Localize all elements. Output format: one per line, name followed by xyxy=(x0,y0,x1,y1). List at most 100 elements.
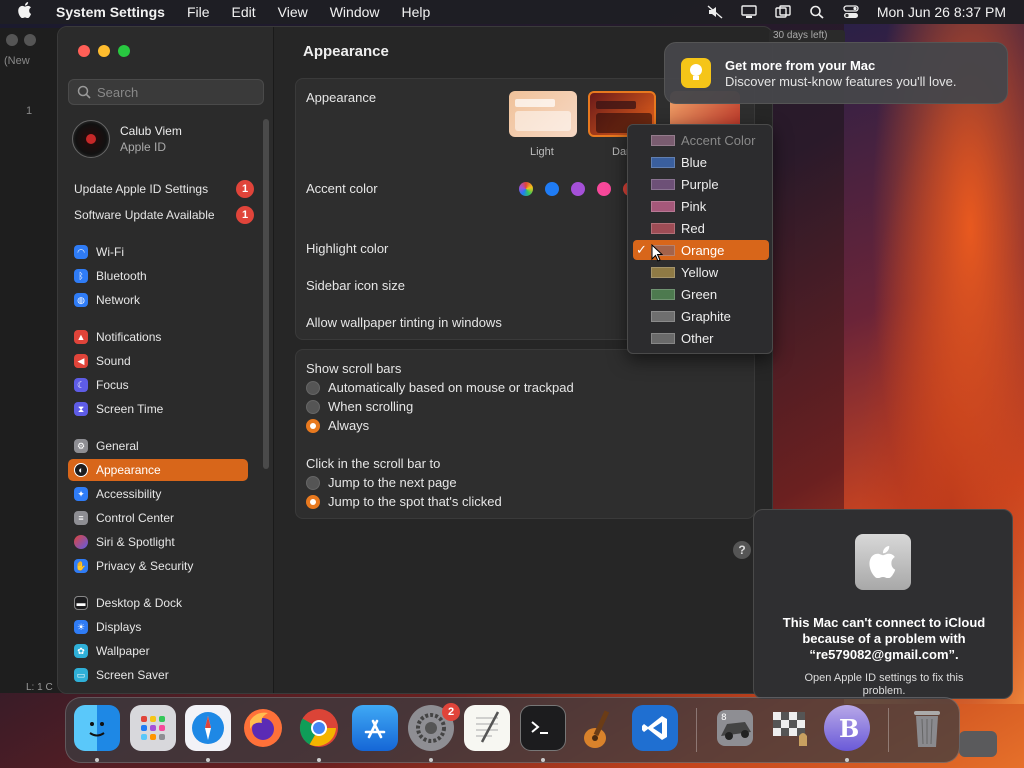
mute-icon[interactable] xyxy=(707,5,723,19)
sidebar-item-label: Privacy & Security xyxy=(96,559,194,573)
menu-item-purple[interactable]: Purple xyxy=(633,174,769,194)
icloud-dialog-button[interactable] xyxy=(959,731,997,757)
scroll-option-automatic[interactable]: Automatically based on mouse or trackpad xyxy=(306,380,574,395)
minimize-button[interactable] xyxy=(98,45,110,57)
sidebar-item-network[interactable]: ◍ Network xyxy=(68,289,248,311)
radio-button[interactable] xyxy=(306,399,320,414)
display-icon[interactable] xyxy=(741,5,757,19)
menu-item-red[interactable]: Red xyxy=(633,218,769,238)
safari-icon[interactable] xyxy=(185,705,231,751)
search-input[interactable]: Search xyxy=(68,79,264,105)
radio-button[interactable] xyxy=(306,494,320,509)
racing-game-icon[interactable]: 8 xyxy=(712,705,758,751)
wifi-icon: ◠ xyxy=(74,245,88,259)
menu-item-blue[interactable]: Blue xyxy=(633,152,769,172)
sidebar-item-screen-time[interactable]: ⧗ Screen Time xyxy=(68,398,248,420)
accent-blue-swatch[interactable] xyxy=(545,182,559,196)
radio-button[interactable] xyxy=(306,475,320,490)
update-apple-id-notice[interactable]: Update Apple ID Settings 1 xyxy=(74,180,254,198)
launchpad-icon[interactable] xyxy=(130,705,176,751)
screen-mirroring-icon[interactable] xyxy=(775,5,791,19)
chrome-icon[interactable] xyxy=(296,705,342,751)
radio-button[interactable] xyxy=(306,380,320,395)
terminal-icon[interactable] xyxy=(520,705,566,751)
control-center-icon[interactable] xyxy=(843,5,859,19)
scroll-option-always[interactable]: Always xyxy=(306,418,369,433)
sidebar-item-notifications[interactable]: ▲ Notifications xyxy=(68,326,248,348)
sidebar-item-sound[interactable]: ◀ Sound xyxy=(68,350,248,372)
close-button[interactable] xyxy=(78,45,90,57)
accent-color-label: Accent color xyxy=(306,181,378,196)
running-indicator xyxy=(541,758,545,762)
garageband-icon[interactable] xyxy=(576,705,622,751)
sidebar-item-accessibility[interactable]: ✦ Accessibility xyxy=(68,483,248,505)
sidebar-item-label: Bluetooth xyxy=(96,269,147,283)
apple-menu-icon[interactable] xyxy=(18,1,38,23)
trash-icon[interactable] xyxy=(904,705,950,751)
menu-window[interactable]: Window xyxy=(330,4,380,20)
chess-icon[interactable] xyxy=(768,705,814,751)
click-option-next-page[interactable]: Jump to the next page xyxy=(306,475,457,490)
bbedit-icon[interactable]: B xyxy=(824,705,870,751)
menu-app-name[interactable]: System Settings xyxy=(56,4,165,20)
textedit-icon[interactable] xyxy=(464,705,510,751)
speaker-icon: ◀ xyxy=(74,354,88,368)
accent-pink-swatch[interactable] xyxy=(597,182,611,196)
software-update-notice[interactable]: Software Update Available 1 xyxy=(74,206,254,224)
sidebar-item-bluetooth[interactable]: ᛒ Bluetooth xyxy=(68,265,248,287)
menu-item-green[interactable]: Green xyxy=(633,284,769,304)
menu-item-graphite[interactable]: Graphite xyxy=(633,306,769,326)
menu-edit[interactable]: Edit xyxy=(232,4,256,20)
running-indicator xyxy=(429,758,433,762)
sidebar-item-label: Appearance xyxy=(96,463,161,477)
sidebar-item-desktop-dock[interactable]: ▬ Desktop & Dock xyxy=(68,592,248,614)
menu-item-yellow[interactable]: Yellow xyxy=(633,262,769,282)
vscode-icon[interactable] xyxy=(632,705,678,751)
switches-icon: ≡ xyxy=(74,511,88,525)
wallpaper-tinting-label: Allow wallpaper tinting in windows xyxy=(306,315,502,330)
accent-purple-swatch[interactable] xyxy=(571,182,585,196)
running-indicator xyxy=(95,758,99,762)
appearance-light-option[interactable] xyxy=(509,91,577,137)
apple-id-profile[interactable]: Calub Viem Apple ID xyxy=(72,120,182,158)
sidebar-item-wifi[interactable]: ◠ Wi-Fi xyxy=(68,241,248,263)
radio-button[interactable] xyxy=(306,418,320,433)
menu-help[interactable]: Help xyxy=(402,4,431,20)
sidebar-item-displays[interactable]: ☀ Displays xyxy=(68,616,248,638)
radio-label: Automatically based on mouse or trackpad xyxy=(328,380,574,395)
spotlight-search-icon[interactable] xyxy=(809,5,825,19)
menu-item-pink[interactable]: Pink xyxy=(633,196,769,216)
dock-icon: ▬ xyxy=(74,596,88,610)
accent-multicolor-swatch[interactable] xyxy=(519,182,533,196)
sidebar-item-label: Desktop & Dock xyxy=(96,596,183,610)
sun-icon: ☀ xyxy=(74,620,88,634)
sidebar-item-privacy-security[interactable]: ✋ Privacy & Security xyxy=(68,555,248,577)
sidebar-item-general[interactable]: ⚙ General xyxy=(68,435,248,457)
editor-close-button[interactable] xyxy=(6,34,18,46)
zoom-button[interactable] xyxy=(118,45,130,57)
sidebar-item-focus[interactable]: ☾ Focus xyxy=(68,374,248,396)
click-option-spot-clicked[interactable]: Jump to the spot that's clicked xyxy=(306,494,502,509)
menu-file[interactable]: File xyxy=(187,4,210,20)
menu-item-label: Orange xyxy=(681,242,725,258)
sidebar-item-control-center[interactable]: ≡ Control Center xyxy=(68,507,248,529)
sidebar-item-wallpaper[interactable]: ✿ Wallpaper xyxy=(68,640,248,662)
tips-notification[interactable]: Get more from your Mac Discover must-kno… xyxy=(664,42,1008,104)
icloud-alert-dialog: This Mac can't connect to iCloud because… xyxy=(753,509,1013,699)
firefox-icon[interactable] xyxy=(240,705,286,751)
scroll-option-when-scrolling[interactable]: When scrolling xyxy=(306,399,413,414)
highlight-color-label: Highlight color xyxy=(306,241,389,256)
sidebar-item-appearance[interactable]: ◐ Appearance xyxy=(68,459,248,481)
menu-item-other[interactable]: Other xyxy=(633,328,769,348)
finder-icon[interactable] xyxy=(74,705,120,751)
menu-view[interactable]: View xyxy=(278,4,308,20)
sidebar-scrollbar[interactable] xyxy=(263,119,269,469)
editor-tab-label[interactable]: (New xyxy=(4,55,30,67)
menu-clock[interactable]: Mon Jun 26 8:37 PM xyxy=(877,4,1006,20)
app-store-icon[interactable] xyxy=(352,705,398,751)
sidebar-item-siri-spotlight[interactable]: Siri & Spotlight xyxy=(68,531,248,553)
editor-minimize-button[interactable] xyxy=(24,34,36,46)
notification-body: Discover must-know features you'll love. xyxy=(725,73,957,89)
help-button[interactable]: ? xyxy=(733,541,751,559)
sidebar-item-screen-saver[interactable]: ▭ Screen Saver xyxy=(68,664,248,686)
